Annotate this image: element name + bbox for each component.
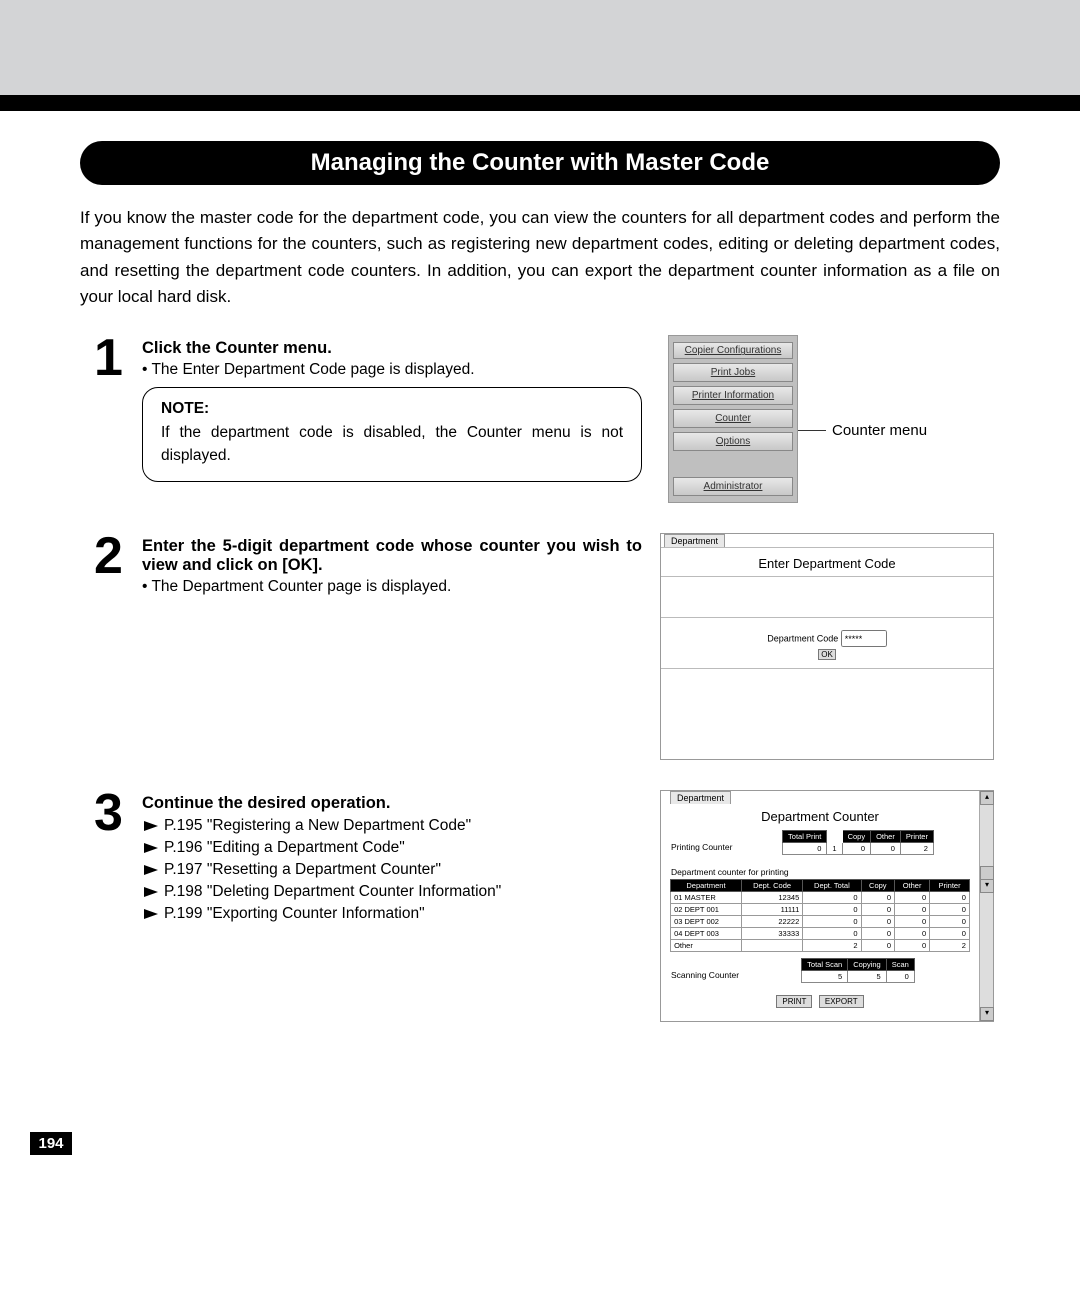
step1-bullet: • The Enter Department Code page is disp… bbox=[142, 361, 642, 379]
dept-print-label: Department counter for printing bbox=[671, 867, 973, 877]
note-text: If the department code is disabled, the … bbox=[161, 422, 623, 467]
department-tab[interactable]: Department bbox=[664, 534, 725, 547]
step2-bullet: • The Department Counter page is display… bbox=[142, 578, 642, 596]
xref-link-2: P.196 "Editing a Department Code" bbox=[142, 839, 642, 857]
arrow-icon bbox=[144, 887, 158, 897]
table-row: 04 DEPT 003333330000 bbox=[671, 928, 970, 940]
step1-title: Click the Counter menu. bbox=[142, 339, 642, 358]
section-header: Managing the Counter with Master Code bbox=[80, 141, 1000, 185]
scanning-counter-label: Scanning Counter bbox=[671, 970, 743, 980]
department-tab-2[interactable]: Department bbox=[670, 791, 731, 804]
export-button[interactable]: EXPORT bbox=[819, 995, 864, 1008]
scrollbar[interactable]: ▴ ▾ ▾ bbox=[979, 791, 993, 1021]
step-number-3: 3 bbox=[94, 790, 142, 837]
menu-copier-config[interactable]: Copier Configurations bbox=[673, 342, 793, 359]
menu-printer-info[interactable]: Printer Information bbox=[673, 386, 793, 405]
step2-title: Enter the 5-digit department code whose … bbox=[142, 537, 642, 575]
xref-link-1: P.195 "Registering a New Department Code… bbox=[142, 817, 642, 835]
dept-detail-table: Department Dept. Code Dept. Total Copy O… bbox=[670, 879, 970, 952]
page-number: 194 bbox=[30, 1132, 72, 1155]
callout-line bbox=[796, 430, 826, 431]
step3-title: Continue the desired operation. bbox=[142, 794, 642, 813]
arrow-icon bbox=[144, 821, 158, 831]
note-box: NOTE: If the department code is disabled… bbox=[142, 387, 642, 482]
menu-panel: Copier Configurations Print Jobs Printer… bbox=[668, 335, 798, 503]
xref-link-4: P.198 "Deleting Department Counter Infor… bbox=[142, 883, 642, 901]
arrow-icon bbox=[144, 909, 158, 919]
dept-code-input[interactable] bbox=[841, 630, 887, 647]
print-button[interactable]: PRINT bbox=[776, 995, 812, 1008]
scroll-thumb[interactable] bbox=[980, 866, 994, 880]
ok-button[interactable]: OK bbox=[818, 649, 836, 660]
arrow-icon bbox=[144, 843, 158, 853]
dept-code-label: Department Code bbox=[767, 634, 838, 644]
step-2: 2 Enter the 5-digit department code whos… bbox=[80, 533, 1000, 760]
menu-counter[interactable]: Counter bbox=[673, 409, 793, 428]
xref-link-5: P.199 "Exporting Counter Information" bbox=[142, 905, 642, 923]
intro-paragraph: If you know the master code for the depa… bbox=[80, 205, 1000, 310]
note-label: NOTE: bbox=[161, 400, 623, 418]
table-row: 03 DEPT 002222220000 bbox=[671, 916, 970, 928]
header-black-bar bbox=[0, 95, 1080, 111]
enter-dept-title: Enter Department Code bbox=[661, 547, 993, 577]
menu-print-jobs[interactable]: Print Jobs bbox=[673, 363, 793, 382]
xref-link-3: P.197 "Resetting a Department Counter" bbox=[142, 861, 642, 879]
table-row: 02 DEPT 001111110000 bbox=[671, 904, 970, 916]
scroll-mid-icon[interactable]: ▾ bbox=[980, 879, 994, 893]
menu-options[interactable]: Options bbox=[673, 432, 793, 451]
dept-counter-title: Department Counter bbox=[667, 804, 973, 828]
table-row: 01 MASTER123450000 bbox=[671, 892, 970, 904]
scroll-down-icon[interactable]: ▾ bbox=[980, 1007, 994, 1021]
printing-counter-label: Printing Counter bbox=[671, 842, 743, 852]
enter-dept-code-panel: Department Enter Department Code Departm… bbox=[660, 533, 994, 760]
table-row: Other2002 bbox=[671, 940, 970, 952]
header-gray-band bbox=[0, 0, 1080, 95]
dept-counter-panel: ▴ ▾ ▾ Department Department Counter Prin… bbox=[660, 790, 994, 1022]
scroll-up-icon[interactable]: ▴ bbox=[980, 791, 994, 805]
step-1: 1 Click the Counter menu. • The Enter De… bbox=[80, 335, 1000, 503]
counter-menu-callout: Counter menu bbox=[832, 422, 927, 439]
scanning-summary-table: Total Scan Copying Scan 5 5 0 bbox=[801, 958, 915, 983]
menu-administrator[interactable]: Administrator bbox=[673, 477, 793, 496]
arrow-icon bbox=[144, 865, 158, 875]
step-number-2: 2 bbox=[94, 533, 142, 580]
step1-figure: Copier Configurations Print Jobs Printer… bbox=[660, 335, 1000, 503]
printing-summary-table: Total Print Copy Other Printer 0 1 0 0 bbox=[782, 830, 934, 855]
page-content: Managing the Counter with Master Code If… bbox=[0, 111, 1080, 1092]
step-3: 3 Continue the desired operation. P.195 … bbox=[80, 790, 1000, 1022]
step-number-1: 1 bbox=[94, 335, 142, 382]
